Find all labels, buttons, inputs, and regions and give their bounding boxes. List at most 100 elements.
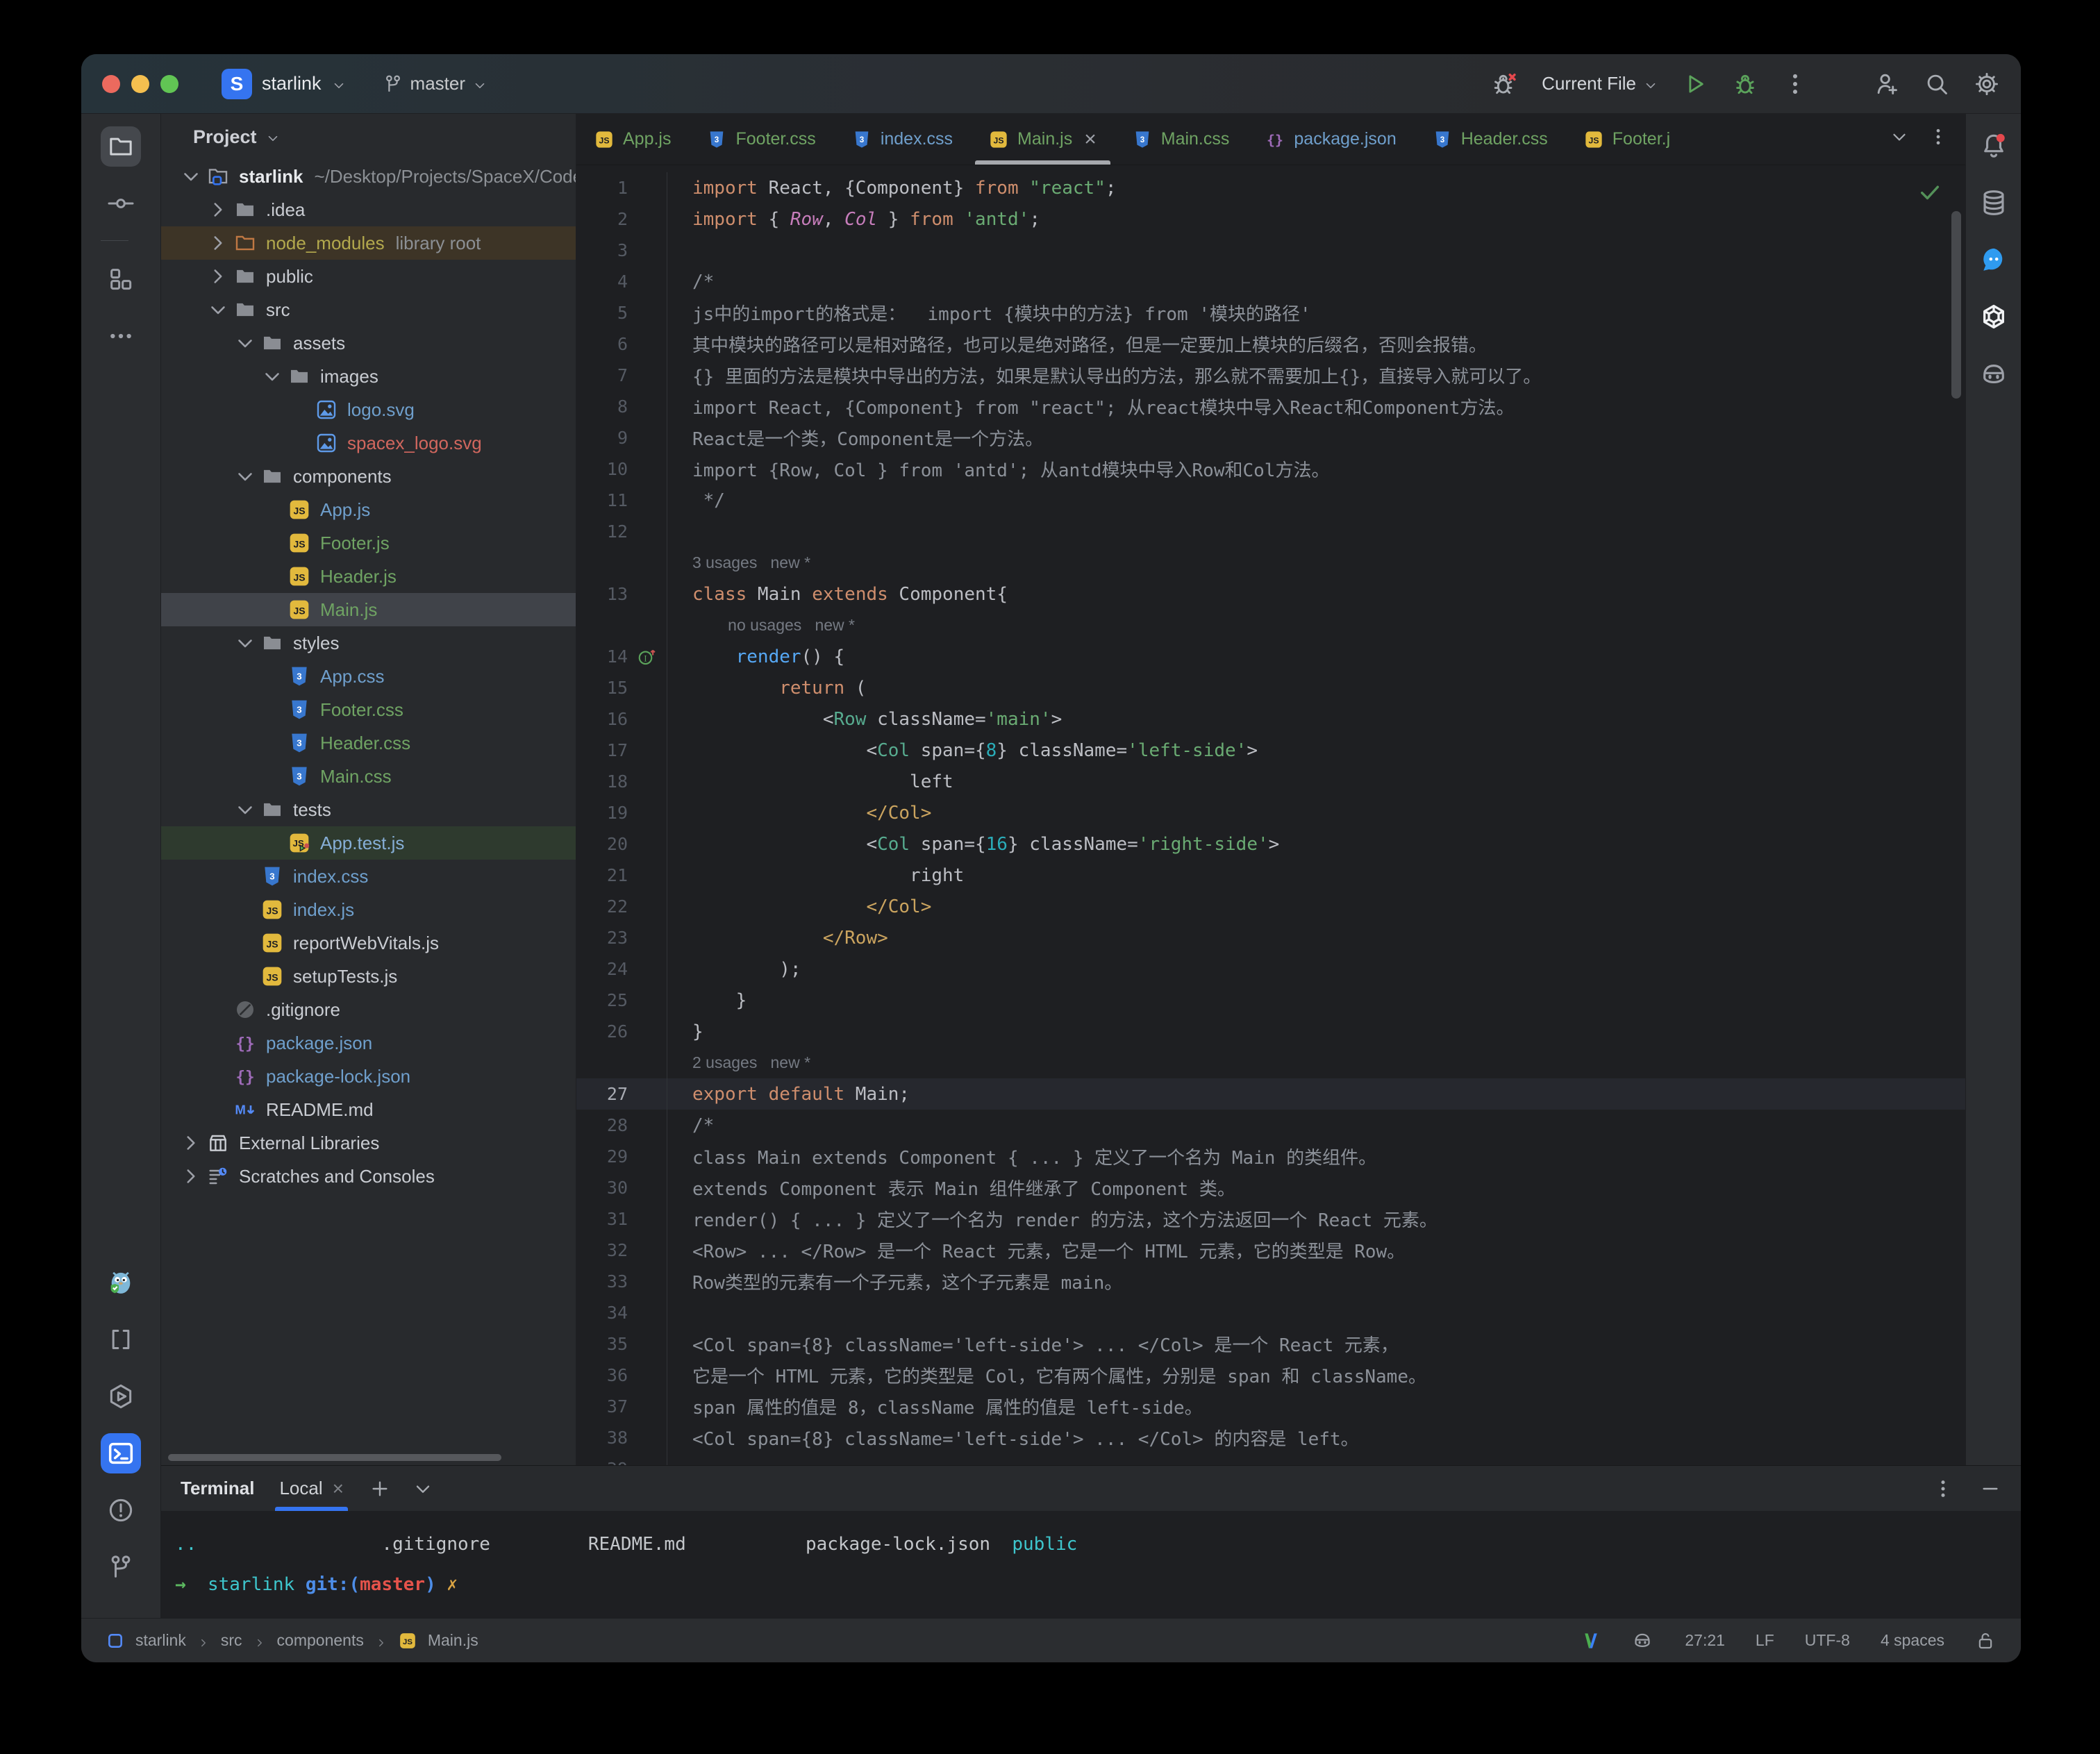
breadcrumb-item-starlink[interactable]: starlink — [135, 1631, 186, 1650]
code-line-6[interactable]: 6 其中模块的路径可以是相对路径，也可以是绝对路径，但是一定要加上模块的后缀名，否… — [576, 328, 1965, 360]
structure-icon[interactable] — [101, 259, 141, 299]
code-line-11[interactable]: 11 */ — [576, 485, 1965, 516]
tree-item-.idea[interactable]: .idea — [161, 193, 576, 226]
chevron-down-icon[interactable] — [233, 631, 257, 655]
tree-item-footer.js[interactable]: JS Footer.js — [161, 526, 576, 560]
status-item-lf[interactable]: LF — [1756, 1631, 1774, 1650]
usages-inlay-hint[interactable]: no usages new * — [728, 616, 855, 635]
debug-bug-icon[interactable] — [1732, 71, 1758, 97]
github-copilot-icon[interactable] — [1976, 356, 2012, 392]
code-line-17[interactable]: 17 < Col span={8} className='left-side' > — [576, 735, 1965, 766]
tree-item-main.js[interactable]: JS Main.js — [161, 593, 576, 626]
tree-item-assets[interactable]: assets — [161, 326, 576, 360]
tab-package.json[interactable]: {} package.json — [1247, 114, 1414, 165]
status-item-utf-8[interactable]: UTF-8 — [1805, 1631, 1850, 1650]
zoom-window-button[interactable] — [160, 74, 178, 93]
code-line-3[interactable]: 3 — [576, 235, 1965, 266]
tree-item-logo.svg[interactable]: logo.svg — [161, 393, 576, 426]
run-configuration-selector[interactable]: Current File — [1542, 73, 1658, 94]
tab-footer.css[interactable]: 3 Footer.css — [689, 114, 833, 165]
tree-item-spacex-logo.svg[interactable]: spacex_logo.svg — [161, 426, 576, 460]
code-line-19[interactable]: 19 </Col> — [576, 797, 1965, 828]
code-line-10[interactable]: 10 import {Row, Col } from 'antd'; 从antd模… — [576, 453, 1965, 485]
status-item-4-spaces[interactable]: 4 spaces — [1881, 1631, 1944, 1650]
chevron-down-icon[interactable] — [233, 798, 257, 821]
chevron-down-icon[interactable] — [233, 331, 257, 355]
database-icon[interactable] — [1976, 185, 2012, 221]
terminal-more-vertical-icon[interactable] — [1932, 1478, 1954, 1500]
tree-item-package-lock.json[interactable]: {} package-lock.json — [161, 1060, 576, 1093]
tree-item-header.js[interactable]: JS Header.js — [161, 560, 576, 593]
tab-main.css[interactable]: 3 Main.css — [1115, 114, 1248, 165]
status-item-27-21[interactable]: 27:21 — [1685, 1631, 1725, 1650]
tree-item-scratches-and-consoles[interactable]: Scratches and Consoles — [161, 1160, 576, 1193]
code-line-38[interactable]: 38 <Col span={8} className='left-side'> .… — [576, 1422, 1965, 1453]
tree-item-starlink[interactable]: starlink ~/Desktop/Projects/SpaceX/Code/ — [161, 160, 576, 193]
code-line-20[interactable]: 20 < Col span={16} className='right-side' > — [576, 828, 1965, 860]
code-inlay-row[interactable]: 2 usages new * — [576, 1047, 1965, 1078]
search-icon[interactable] — [1924, 71, 1950, 97]
tree-item-styles[interactable]: styles — [161, 626, 576, 660]
code-editor[interactable]: 1 import React, {Component} from "react";… — [576, 165, 1965, 1465]
terminal-chevron-down-icon[interactable] — [412, 1478, 434, 1500]
tree-item-setuptests.js[interactable]: JS setupTests.js — [161, 960, 576, 993]
ai-chat-icon[interactable] — [1976, 242, 2012, 278]
override-marker-icon[interactable]: I — [628, 646, 667, 667]
code-line-26[interactable]: 26} — [576, 1016, 1965, 1047]
tree-item-app.js[interactable]: JS App.js — [161, 493, 576, 526]
tree-item-package.json[interactable]: {} package.json — [161, 1026, 576, 1060]
tree-item-app.css[interactable]: 3 App.css — [161, 660, 576, 693]
problems-icon[interactable] — [101, 1490, 141, 1530]
chevron-right-icon[interactable] — [179, 1131, 203, 1155]
chevron-down-icon[interactable] — [233, 465, 257, 488]
code-line-13[interactable]: 13 class Main extends Component{ — [576, 578, 1965, 610]
usages-inlay-hint[interactable]: 3 usages new * — [692, 553, 810, 572]
no-configurations-bug-x-icon[interactable] — [1492, 71, 1518, 97]
tree-item-main.css[interactable]: 3 Main.css — [161, 760, 576, 793]
code-line-22[interactable]: 22 </Col> — [576, 891, 1965, 922]
more-vertical-icon[interactable] — [1782, 71, 1808, 97]
tab-app.js[interactable]: JS App.js — [576, 114, 689, 165]
tab-index.css[interactable]: 3 index.css — [834, 114, 971, 165]
terminal-icon[interactable] — [101, 1433, 141, 1473]
code-line-4[interactable]: 4 /* — [576, 266, 1965, 297]
code-line-37[interactable]: 37 span 属性的值是 8，className 属性的值是 left-side… — [576, 1391, 1965, 1422]
code-line-21[interactable]: 21 right — [576, 860, 1965, 891]
tree-item-node-modules[interactable]: node_modules library root — [161, 226, 576, 260]
tree-item-index.css[interactable]: 3 index.css — [161, 860, 576, 893]
services-icon[interactable] — [101, 1376, 141, 1417]
git-branch-icon[interactable] — [101, 1547, 141, 1587]
close-window-button[interactable] — [102, 74, 120, 93]
code-line-15[interactable]: 15 return ( — [576, 672, 1965, 703]
github-copilot-status-icon[interactable] — [1632, 1630, 1654, 1652]
code-line-16[interactable]: 16 < Row className='main' > — [576, 703, 1965, 735]
code-line-24[interactable]: 24); — [576, 953, 1965, 985]
code-line-12[interactable]: 12 — [576, 516, 1965, 547]
tree-item-images[interactable]: images — [161, 360, 576, 393]
settings-gear-icon[interactable] — [1974, 71, 2000, 97]
terminal-minimize-icon[interactable] — [1979, 1478, 2001, 1500]
project-horizontal-scrollbar[interactable] — [168, 1454, 501, 1461]
tree-item-index.js[interactable]: JS index.js — [161, 893, 576, 926]
code-line-29[interactable]: 29 class Main extends Component { ... } 定… — [576, 1141, 1965, 1172]
tree-item-header.css[interactable]: 3 Header.css — [161, 726, 576, 760]
add-user-icon[interactable] — [1874, 71, 1900, 97]
code-line-2[interactable]: 2 import { Row, Col } from 'antd'; — [576, 203, 1965, 235]
code-line-31[interactable]: 31 render() { ... } 定义了一个名为 render 的方法，这个… — [576, 1203, 1965, 1235]
editor-vertical-scrollbar[interactable] — [1951, 211, 1961, 399]
tab-close-icon[interactable]: × — [1084, 128, 1097, 150]
tree-item-external-libraries[interactable]: External Libraries — [161, 1126, 576, 1160]
openai-icon[interactable] — [1976, 299, 2012, 335]
tree-item-components[interactable]: components — [161, 460, 576, 493]
code-line-34[interactable]: 34 — [576, 1297, 1965, 1328]
tree-item-tests[interactable]: tests — [161, 793, 576, 826]
breadcrumb-item-main.js[interactable]: Main.js — [428, 1631, 478, 1650]
code-line-36[interactable]: 36 它是一个 HTML 元素，它的类型是 Col，它有两个属性，分别是 span… — [576, 1360, 1965, 1391]
chevron-down-icon[interactable] — [179, 165, 203, 188]
breadcrumb-item-src[interactable]: src — [221, 1631, 242, 1650]
unlocked-icon[interactable] — [1975, 1630, 1996, 1651]
code-inlay-row[interactable]: 3 usages new * — [576, 547, 1965, 578]
code-line-18[interactable]: 18 left — [576, 766, 1965, 797]
code-inlay-row[interactable]: no usages new * — [576, 610, 1965, 641]
tab-options-more-vertical-icon[interactable] — [1928, 126, 1949, 152]
